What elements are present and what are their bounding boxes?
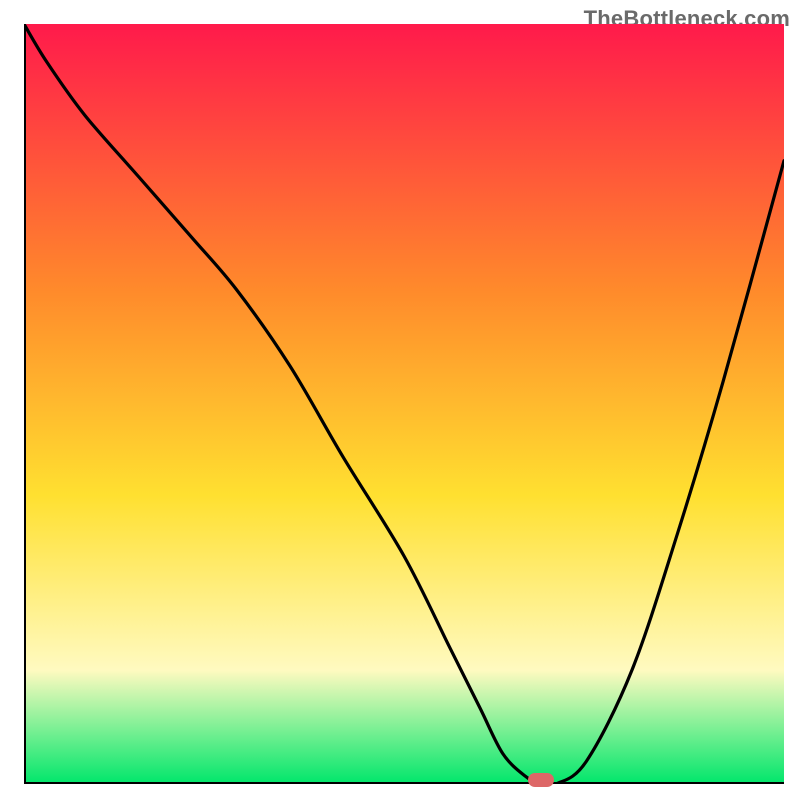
optimal-marker (528, 773, 554, 787)
gradient-background (24, 24, 784, 784)
plot-svg (24, 24, 784, 784)
plot-area (24, 24, 784, 784)
chart-frame: TheBottleneck.com (0, 0, 800, 800)
